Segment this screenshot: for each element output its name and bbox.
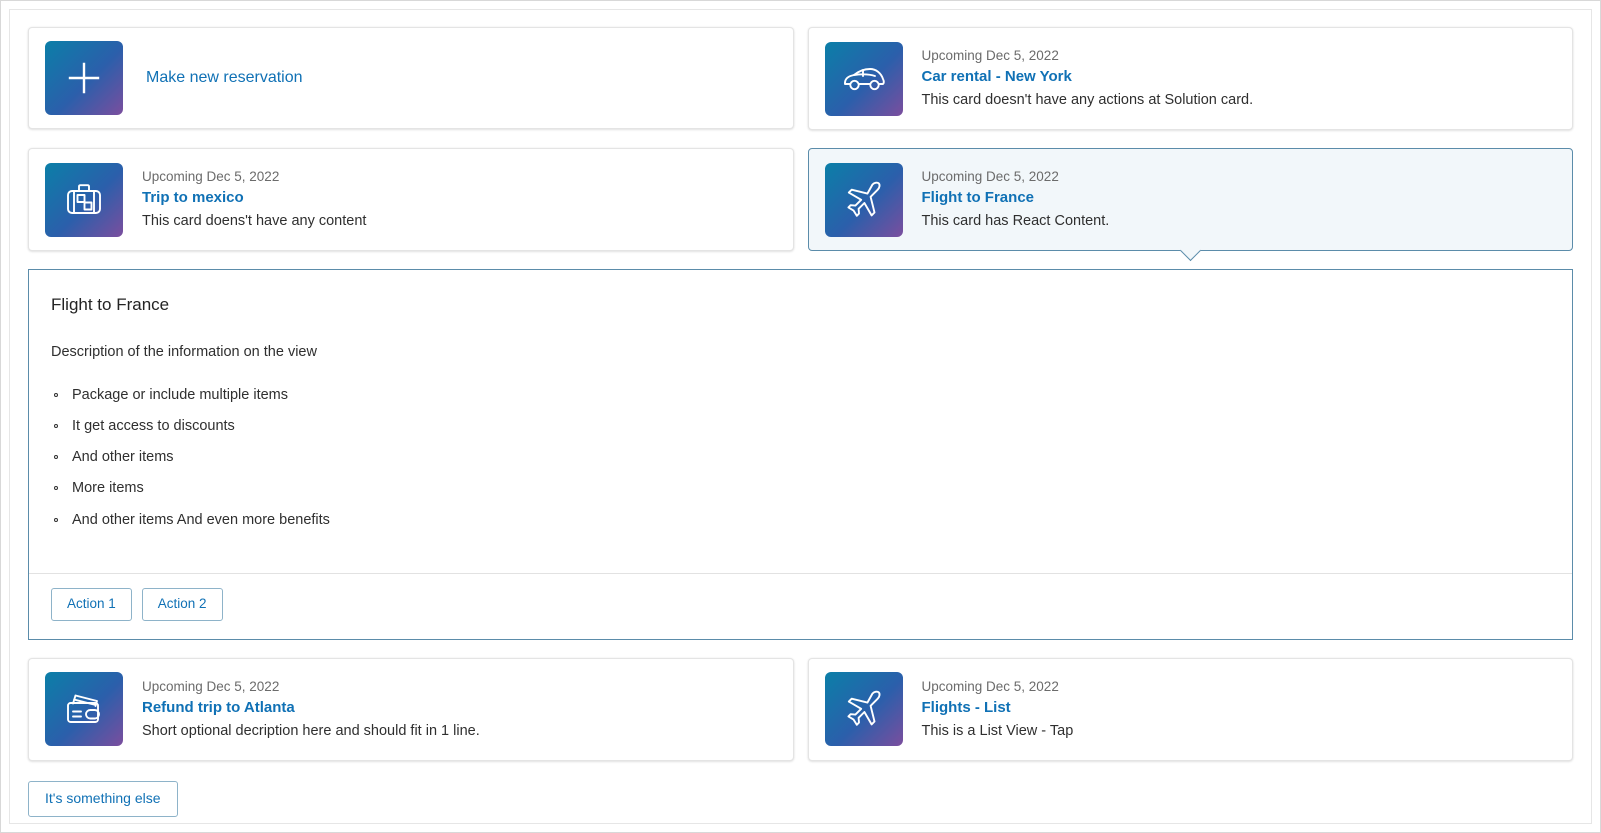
plus-icon-tile — [45, 41, 123, 115]
list-item: And other items — [51, 447, 1550, 469]
card-meta: Upcoming Dec 5, 2022 — [142, 167, 777, 187]
card-row-2: Upcoming Dec 5, 2022 Trip to mexico This… — [28, 148, 1573, 251]
card-refund-trip-to-atlanta[interactable]: Upcoming Dec 5, 2022 Refund trip to Atla… — [28, 658, 794, 761]
card-column-right: Upcoming Dec 5, 2022 Flights - List This… — [808, 658, 1574, 761]
card-column-left: Make new reservation — [28, 27, 794, 130]
airplane-icon-tile — [825, 672, 903, 746]
make-new-reservation-card[interactable]: Make new reservation — [28, 27, 794, 129]
wallet-icon-tile — [45, 672, 123, 746]
action-2-button[interactable]: Action 2 — [142, 588, 223, 621]
card-column-left: Upcoming Dec 5, 2022 Trip to mexico This… — [28, 148, 794, 251]
action-1-button[interactable]: Action 1 — [51, 588, 132, 621]
card-title: Flights - List — [922, 697, 1557, 720]
card-column-left: Upcoming Dec 5, 2022 Refund trip to Atla… — [28, 658, 794, 761]
card-body: Upcoming Dec 5, 2022 Refund trip to Atla… — [142, 677, 777, 743]
detail-panel-bullet-list: Package or include multiple items It get… — [51, 385, 1550, 532]
detail-panel-action-bar: Action 1 Action 2 — [29, 573, 1572, 639]
card-title: Trip to mexico — [142, 187, 777, 210]
airplane-icon-tile — [825, 163, 903, 237]
car-icon — [841, 61, 887, 97]
card-body: Upcoming Dec 5, 2022 Trip to mexico This… — [142, 167, 777, 233]
card-title: Flight to France — [922, 187, 1557, 210]
card-flight-to-france[interactable]: Upcoming Dec 5, 2022 Flight to France Th… — [808, 148, 1574, 251]
detail-panel-content: Flight to France Description of the info… — [29, 270, 1572, 573]
card-car-rental-new-york[interactable]: Upcoming Dec 5, 2022 Car rental - New Yo… — [808, 27, 1574, 130]
airplane-icon — [842, 178, 886, 222]
app-root: Make new reservation — [0, 0, 1601, 833]
card-body: Upcoming Dec 5, 2022 Flight to France Th… — [922, 167, 1557, 233]
card-body: Upcoming Dec 5, 2022 Car rental - New Yo… — [922, 46, 1557, 112]
card-title: Refund trip to Atlanta — [142, 697, 777, 720]
card-body: Upcoming Dec 5, 2022 Flights - List This… — [922, 677, 1557, 743]
card-column-right: Upcoming Dec 5, 2022 Flight to France Th… — [808, 148, 1574, 251]
card-row-3: Upcoming Dec 5, 2022 Refund trip to Atla… — [28, 658, 1573, 761]
list-item: It get access to discounts — [51, 416, 1550, 438]
plus-icon — [63, 57, 105, 99]
card-description: This is a List View - Tap — [922, 721, 1557, 743]
card-meta: Upcoming Dec 5, 2022 — [142, 677, 777, 697]
its-something-else-button[interactable]: It's something else — [28, 781, 178, 817]
detail-panel-description: Description of the information on the vi… — [51, 342, 1550, 364]
card-flights-list[interactable]: Upcoming Dec 5, 2022 Flights - List This… — [808, 658, 1574, 761]
card-trip-to-mexico[interactable]: Upcoming Dec 5, 2022 Trip to mexico This… — [28, 148, 794, 251]
card-title: Car rental - New York — [922, 66, 1557, 89]
list-item: And other items And even more benefits — [51, 510, 1550, 532]
make-new-reservation-body: Make new reservation — [146, 67, 777, 89]
airplane-icon — [842, 687, 886, 731]
detail-panel-title: Flight to France — [51, 293, 1550, 317]
card-description: This card doesn't have any actions at So… — [922, 90, 1557, 112]
card-meta: Upcoming Dec 5, 2022 — [922, 46, 1557, 66]
card-description: Short optional decription here and shoul… — [142, 721, 777, 743]
suitcase-icon — [63, 180, 105, 220]
card-row-1: Make new reservation — [28, 27, 1573, 130]
car-icon-tile — [825, 42, 903, 116]
page-surface: Make new reservation — [9, 9, 1592, 824]
list-item: More items — [51, 478, 1550, 500]
detail-panel-flight-to-france: Flight to France Description of the info… — [28, 269, 1573, 640]
card-description: This card doens't have any content — [142, 211, 777, 233]
card-column-right: Upcoming Dec 5, 2022 Car rental - New Yo… — [808, 27, 1574, 130]
wallet-icon — [62, 690, 106, 728]
card-description: This card has React Content. — [922, 211, 1557, 233]
suitcase-icon-tile — [45, 163, 123, 237]
footer-bar: It's something else — [28, 779, 1573, 817]
card-meta: Upcoming Dec 5, 2022 — [922, 167, 1557, 187]
make-new-reservation-label: Make new reservation — [146, 67, 777, 89]
list-item: Package or include multiple items — [51, 385, 1550, 407]
card-meta: Upcoming Dec 5, 2022 — [922, 677, 1557, 697]
